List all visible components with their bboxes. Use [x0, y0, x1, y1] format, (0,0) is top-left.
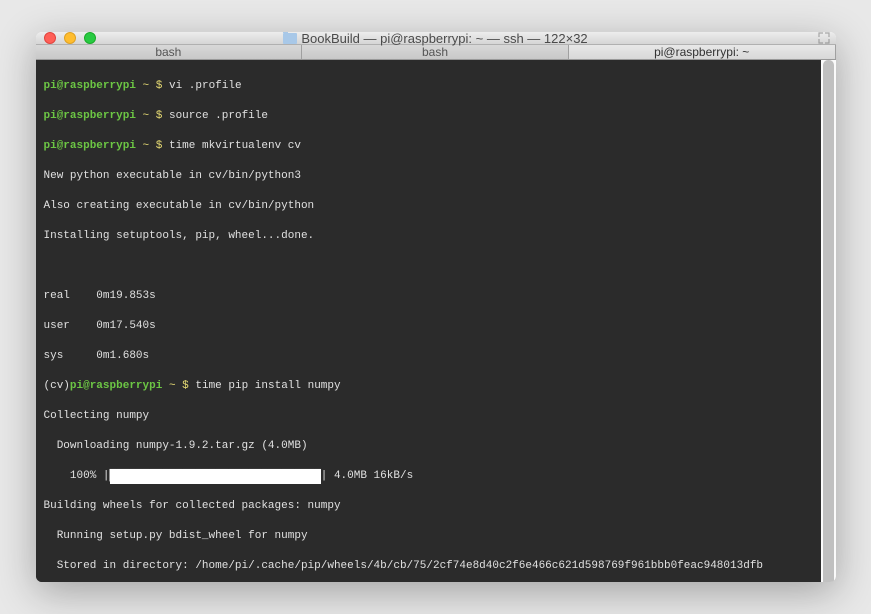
- terminal-content[interactable]: pi@raspberrypi ~ $ vi .profile pi@raspbe…: [36, 60, 821, 582]
- tab-label: bash: [422, 45, 448, 59]
- out: Running setup.py bdist_wheel for numpy: [44, 529, 813, 544]
- close-icon[interactable]: [44, 32, 56, 44]
- prompt-sep: $: [156, 80, 163, 92]
- out: user 0m17.540s: [44, 319, 813, 334]
- cmd: vi .profile: [169, 80, 242, 92]
- minimize-icon[interactable]: [64, 32, 76, 44]
- out: sys 0m1.680s: [44, 349, 813, 364]
- prompt-sep: $: [182, 380, 189, 392]
- prompt-host: pi@raspberrypi: [44, 80, 136, 92]
- prompt-path: ~: [143, 110, 150, 122]
- cmd: source .profile: [169, 110, 268, 122]
- tab-pi[interactable]: pi@raspberrypi: ~: [569, 45, 836, 59]
- cmd: time mkvirtualenv cv: [169, 140, 301, 152]
- zoom-icon[interactable]: [84, 32, 96, 44]
- tab-bash-1[interactable]: bash: [36, 45, 303, 59]
- out: real 0m19.853s: [44, 289, 813, 304]
- scrollbar[interactable]: [821, 60, 836, 582]
- window-title: BookBuild — pi@raspberrypi: ~ — ssh — 12…: [36, 32, 836, 46]
- fullscreen-icon[interactable]: [818, 32, 830, 44]
- terminal-window: BookBuild — pi@raspberrypi: ~ — ssh — 12…: [36, 32, 836, 582]
- prompt-sep: $: [156, 140, 163, 152]
- prompt-host: pi@raspberrypi: [70, 380, 162, 392]
- titlebar[interactable]: BookBuild — pi@raspberrypi: ~ — ssh — 12…: [36, 32, 836, 45]
- prompt-sep: $: [156, 110, 163, 122]
- title-text: BookBuild — pi@raspberrypi: ~ — ssh — 12…: [301, 32, 587, 46]
- traffic-lights: [44, 32, 96, 44]
- out: Collecting numpy: [44, 409, 813, 424]
- out: Building wheels for collected packages: …: [44, 499, 813, 514]
- out: Also creating executable in cv/bin/pytho…: [44, 199, 813, 214]
- out: Installing setuptools, pip, wheel...done…: [44, 229, 813, 244]
- folder-icon: [283, 33, 297, 44]
- scroll-thumb[interactable]: [823, 60, 834, 582]
- prompt-path: ~: [169, 380, 176, 392]
- tab-bar: bash bash pi@raspberrypi: ~: [36, 45, 836, 60]
- tab-label: bash: [155, 45, 181, 59]
- prompt-host: pi@raspberrypi: [44, 110, 136, 122]
- prompt-path: ~: [143, 80, 150, 92]
- tab-bash-2[interactable]: bash: [302, 45, 569, 59]
- terminal-area: pi@raspberrypi ~ $ vi .profile pi@raspbe…: [36, 60, 836, 582]
- out: 100% |: [44, 470, 110, 482]
- out: New python executable in cv/bin/python3: [44, 169, 813, 184]
- out: Stored in directory: /home/pi/.cache/pip…: [44, 559, 813, 574]
- cmd: time pip install numpy: [195, 380, 340, 392]
- venv: (cv): [44, 380, 70, 392]
- out: | 4.0MB 16kB/s: [321, 470, 413, 482]
- prompt-host: pi@raspberrypi: [44, 140, 136, 152]
- out: Downloading numpy-1.9.2.tar.gz (4.0MB): [44, 439, 813, 454]
- tab-label: pi@raspberrypi: ~: [654, 45, 749, 59]
- progress-bar: ████████████████████████████████: [110, 469, 321, 484]
- scroll-track[interactable]: [821, 60, 836, 582]
- prompt-path: ~: [143, 140, 150, 152]
